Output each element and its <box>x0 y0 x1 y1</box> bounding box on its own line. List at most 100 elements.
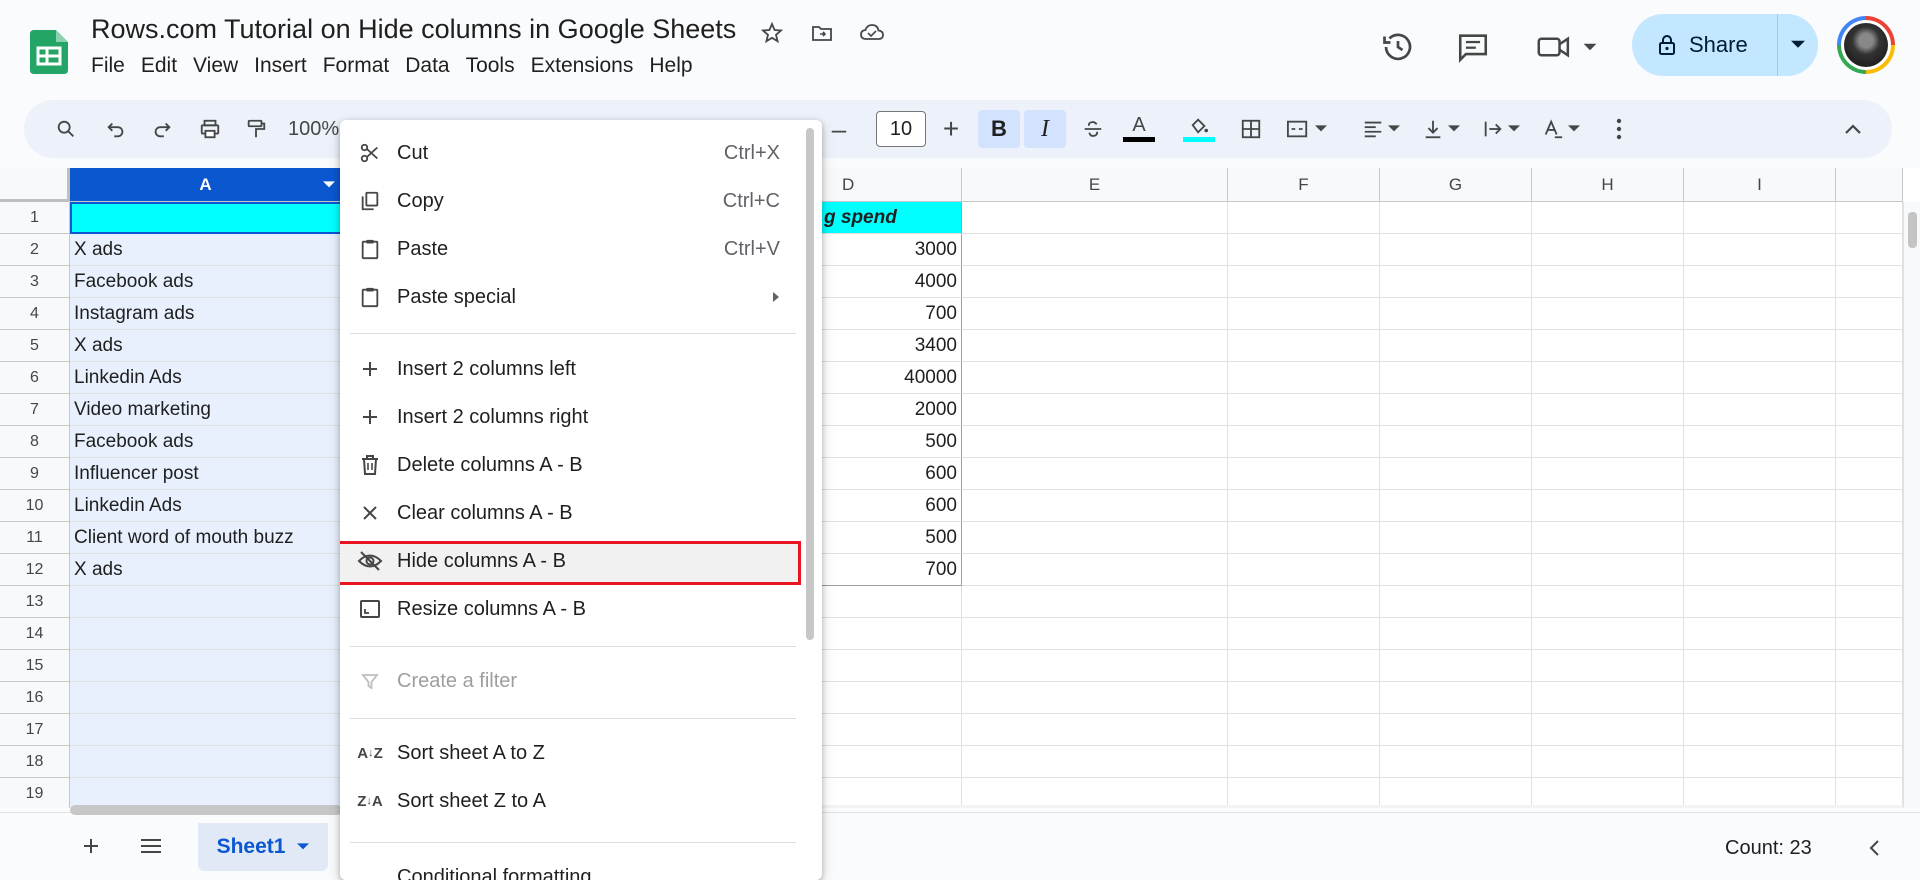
empty-cell[interactable] <box>1380 330 1532 362</box>
empty-cell[interactable] <box>1532 746 1684 778</box>
empty-cell[interactable] <box>1380 426 1532 458</box>
row-header[interactable]: 15 <box>0 650 70 682</box>
avatar[interactable] <box>1837 16 1895 74</box>
empty-cell[interactable] <box>1684 394 1836 426</box>
empty-cell[interactable] <box>1380 298 1532 330</box>
empty-cell[interactable] <box>1684 746 1836 778</box>
empty-cell[interactable] <box>1380 554 1532 586</box>
cell-column-d[interactable] <box>820 618 962 650</box>
empty-cell[interactable] <box>1684 618 1836 650</box>
cell-column-d[interactable]: 600 <box>820 490 962 522</box>
empty-cell[interactable] <box>1532 778 1684 808</box>
menu-item-clear-columns[interactable]: Clear columns A - B <box>340 490 802 536</box>
menu-view[interactable]: View <box>185 54 246 78</box>
move-folder-icon[interactable] <box>807 18 837 48</box>
share-dropdown-icon[interactable] <box>1778 40 1818 50</box>
cell-column-d[interactable]: 2000 <box>820 394 962 426</box>
cell-column-a[interactable]: Client word of mouth buzz <box>70 522 342 554</box>
empty-cell[interactable] <box>962 650 1228 682</box>
row-header[interactable]: 17 <box>0 714 70 746</box>
empty-cell[interactable] <box>1228 426 1380 458</box>
empty-cell[interactable] <box>1836 266 1903 298</box>
cell-column-d[interactable]: 500 <box>820 426 962 458</box>
empty-cell[interactable] <box>1836 682 1903 714</box>
print-icon[interactable] <box>192 110 228 148</box>
row-header[interactable]: 19 <box>0 778 70 808</box>
row-header[interactable]: 4 <box>0 298 70 330</box>
empty-cell[interactable] <box>1836 746 1903 778</box>
context-menu-scrollbar[interactable] <box>802 124 816 876</box>
empty-cell[interactable] <box>1836 490 1903 522</box>
cell-column-d[interactable]: 3000 <box>820 234 962 266</box>
column-header-g[interactable]: G <box>1380 168 1532 202</box>
empty-cell[interactable] <box>962 682 1228 714</box>
cell-column-a[interactable]: X ads <box>70 234 342 266</box>
cell-column-d[interactable]: 40000 <box>820 362 962 394</box>
cell-column-a[interactable]: Video marketing <box>70 394 342 426</box>
empty-cell[interactable] <box>1228 330 1380 362</box>
column-header-a[interactable]: A <box>70 168 342 202</box>
cell-column-d[interactable]: 3400 <box>820 330 962 362</box>
empty-cell[interactable] <box>1684 522 1836 554</box>
cell-column-a[interactable]: Facebook ads <box>70 266 342 298</box>
empty-cell[interactable] <box>962 522 1228 554</box>
menu-item-insert-columns-left[interactable]: Insert 2 columns left <box>340 346 802 392</box>
empty-cell[interactable] <box>1684 682 1836 714</box>
empty-cell[interactable] <box>1532 426 1684 458</box>
empty-cell[interactable] <box>1380 266 1532 298</box>
row-header[interactable]: 9 <box>0 458 70 490</box>
row-header[interactable]: 3 <box>0 266 70 298</box>
column-header-h[interactable]: H <box>1532 168 1684 202</box>
empty-cell[interactable] <box>1836 618 1903 650</box>
menu-item-sort-a-z[interactable]: A↓Z Sort sheet A to Z <box>340 730 802 776</box>
cell-column-a[interactable] <box>70 778 342 808</box>
empty-cell[interactable] <box>1532 362 1684 394</box>
merge-cells-icon[interactable] <box>1276 110 1336 148</box>
empty-cell[interactable] <box>1380 362 1532 394</box>
bold-button[interactable]: B <box>978 110 1020 148</box>
increase-font-size-button[interactable]: + <box>936 110 966 148</box>
empty-cell[interactable] <box>1836 362 1903 394</box>
empty-cell[interactable] <box>1228 746 1380 778</box>
empty-cell[interactable] <box>962 778 1228 808</box>
cell-column-d[interactable]: 700 <box>820 554 962 586</box>
empty-cell[interactable] <box>1836 234 1903 266</box>
empty-cell[interactable] <box>1836 298 1903 330</box>
column-header-d[interactable]: D <box>820 168 962 202</box>
decrease-font-size-button[interactable]: – <box>824 110 854 148</box>
cell-column-d[interactable] <box>820 746 962 778</box>
cell-column-a[interactable]: X ads <box>70 554 342 586</box>
empty-cell[interactable] <box>1228 554 1380 586</box>
fill-color-icon[interactable] <box>1178 110 1220 148</box>
cell-column-d[interactable]: 700 <box>820 298 962 330</box>
collapse-side-panel-icon[interactable] <box>1868 839 1880 862</box>
empty-cell[interactable] <box>1228 682 1380 714</box>
menu-item-delete-columns[interactable]: Delete columns A - B <box>340 442 802 488</box>
star-icon[interactable] <box>757 18 787 48</box>
row-header[interactable]: 14 <box>0 618 70 650</box>
empty-cell[interactable] <box>1836 714 1903 746</box>
cell-column-d[interactable] <box>820 714 962 746</box>
empty-cell[interactable] <box>1836 778 1903 808</box>
font-size-input[interactable]: 10 <box>876 111 926 147</box>
empty-cell[interactable] <box>1228 650 1380 682</box>
cell-column-a[interactable] <box>70 714 342 746</box>
empty-cell[interactable] <box>1380 522 1532 554</box>
empty-cell[interactable] <box>1532 490 1684 522</box>
row-header[interactable]: 6 <box>0 362 70 394</box>
empty-cell[interactable] <box>1228 266 1380 298</box>
empty-cell[interactable] <box>1532 394 1684 426</box>
empty-cell[interactable] <box>1532 266 1684 298</box>
empty-cell[interactable] <box>1684 234 1836 266</box>
cell-column-a[interactable] <box>70 682 342 714</box>
empty-cell[interactable] <box>1684 298 1836 330</box>
row-header[interactable]: 18 <box>0 746 70 778</box>
empty-cell[interactable] <box>1684 362 1836 394</box>
horizontal-align-icon[interactable] <box>1354 110 1408 148</box>
cell-column-a[interactable] <box>70 746 342 778</box>
cell-column-a[interactable]: Facebook ads <box>70 426 342 458</box>
cell-column-a[interactable]: X ads <box>70 330 342 362</box>
empty-cell[interactable] <box>1532 650 1684 682</box>
cell-d1-header[interactable]: g spend <box>820 202 962 234</box>
add-sheet-icon[interactable] <box>78 833 104 859</box>
